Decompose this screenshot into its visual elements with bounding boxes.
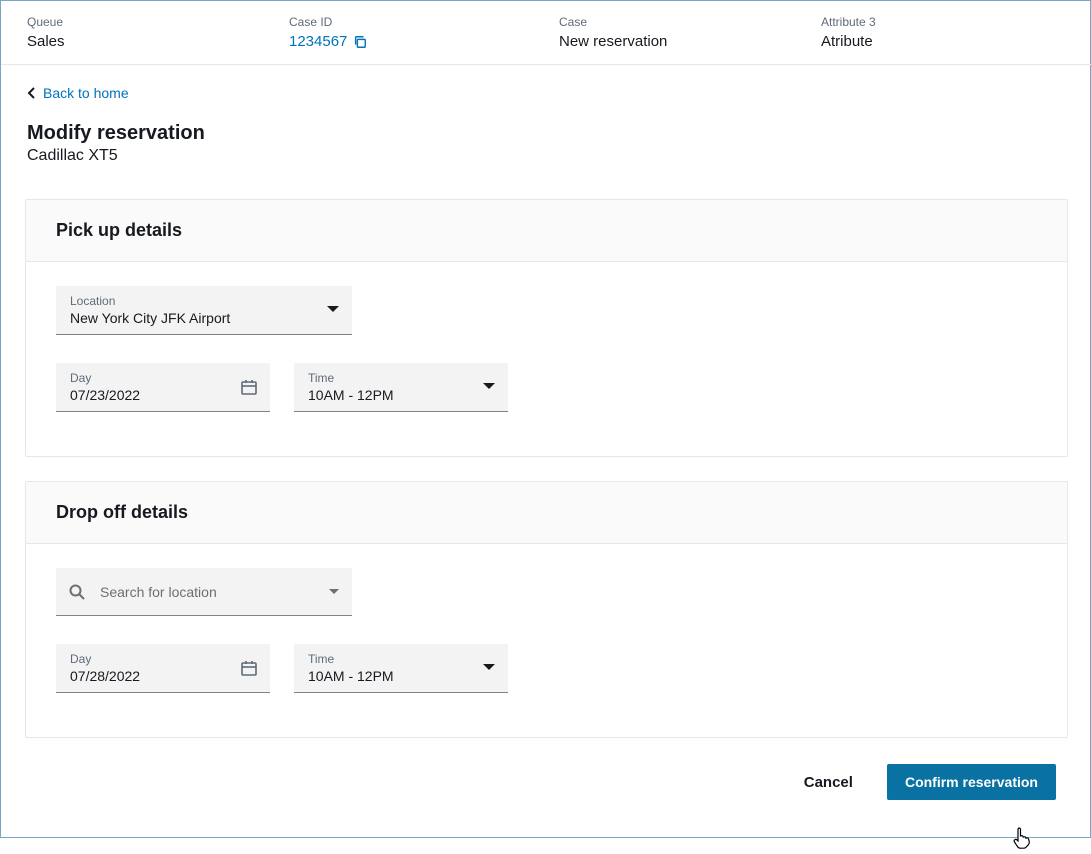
dropoff-day-label: Day [70, 652, 256, 666]
dropoff-day-value: 07/28/2022 [70, 668, 256, 684]
pickup-day-input[interactable]: Day 07/23/2022 [56, 363, 270, 412]
pickup-time-label: Time [308, 371, 494, 385]
dropoff-time-value: 10AM - 12PM [308, 668, 494, 684]
copy-icon[interactable] [353, 35, 367, 49]
cancel-button[interactable]: Cancel [804, 774, 853, 791]
confirm-reservation-button[interactable]: Confirm reservation [887, 764, 1056, 800]
chevron-down-icon [482, 663, 496, 673]
back-link-label: Back to home [43, 85, 129, 101]
dropoff-section-title: Drop off details [56, 502, 1037, 523]
case-attributes-bar: Queue Sales Case ID 1234567 Case New res… [1, 1, 1091, 65]
caseid-link[interactable]: 1234567 [289, 33, 559, 50]
pickup-day-value: 07/23/2022 [70, 387, 256, 403]
calendar-icon [240, 378, 258, 396]
case-value: New reservation [559, 33, 821, 50]
chevron-down-icon [482, 382, 496, 392]
case-label: Case [559, 15, 821, 29]
calendar-icon [240, 659, 258, 677]
pickup-location-value: New York City JFK Airport [70, 310, 338, 326]
dropoff-day-input[interactable]: Day 07/28/2022 [56, 644, 270, 693]
dropoff-time-label: Time [308, 652, 494, 666]
caseid-label: Case ID [289, 15, 559, 29]
case-attr: Case New reservation [559, 15, 821, 50]
page-title: Modify reservation [27, 122, 1066, 145]
chevron-down-icon [326, 305, 340, 315]
pickup-time-value: 10AM - 12PM [308, 387, 494, 403]
queue-label: Queue [27, 15, 289, 29]
queue-value: Sales [27, 33, 289, 50]
caseid-value: 1234567 [289, 33, 347, 50]
dropoff-time-select[interactable]: Time 10AM - 12PM [294, 644, 508, 693]
attribute3-value: Atribute [821, 33, 1066, 50]
chevron-down-icon [328, 588, 340, 596]
dropoff-search-placeholder: Search for location [100, 584, 338, 600]
chevron-left-icon [27, 87, 37, 99]
pickup-day-label: Day [70, 371, 256, 385]
attribute3-label: Attribute 3 [821, 15, 1066, 29]
search-icon [68, 583, 86, 601]
pickup-location-select[interactable]: Location New York City JFK Airport [56, 286, 352, 335]
back-to-home-link[interactable]: Back to home [27, 85, 129, 101]
dropoff-section: Drop off details Search for location [25, 481, 1068, 738]
pickup-section: Pick up details Location New York City J… [25, 199, 1068, 457]
pickup-section-title: Pick up details [56, 220, 1037, 241]
action-bar: Cancel Confirm reservation [1, 738, 1091, 830]
pickup-location-label: Location [70, 294, 338, 308]
attribute3-attr: Attribute 3 Atribute [821, 15, 1066, 50]
pickup-time-select[interactable]: Time 10AM - 12PM [294, 363, 508, 412]
page-subtitle: Cadillac XT5 [27, 147, 1066, 165]
queue-attr: Queue Sales [27, 15, 289, 50]
cursor-pointer-icon [1011, 825, 1033, 854]
caseid-attr: Case ID 1234567 [289, 15, 559, 50]
dropoff-location-search[interactable]: Search for location [56, 568, 352, 616]
